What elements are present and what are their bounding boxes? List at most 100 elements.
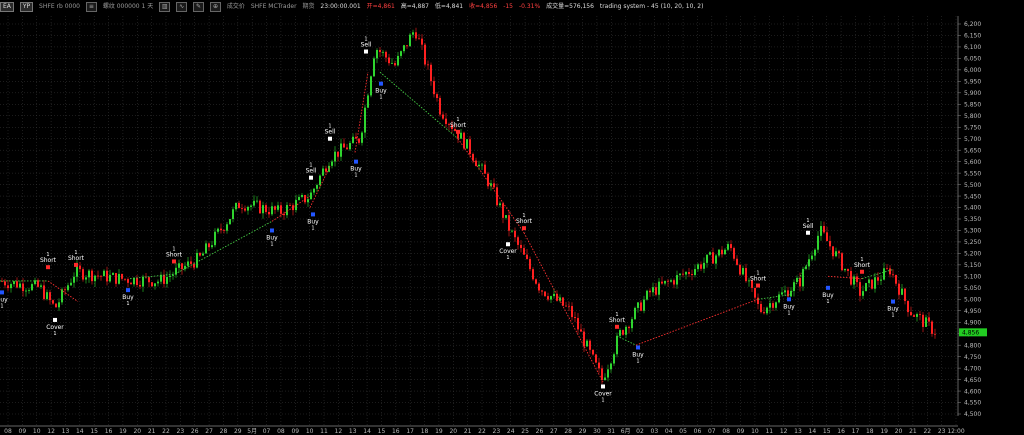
date-axis-label: 31 xyxy=(607,428,615,435)
candle-body xyxy=(52,300,54,304)
signal-label: Buy xyxy=(266,234,278,241)
candle-body xyxy=(532,269,534,280)
candle-body xyxy=(718,249,720,256)
candle-body xyxy=(517,237,519,245)
candle-body xyxy=(565,305,567,307)
signal-qty: 1 xyxy=(456,117,459,123)
price-axis-label: 5,500 xyxy=(964,182,981,189)
candle-body xyxy=(688,271,690,275)
toolbar-button-yp[interactable]: YP xyxy=(19,2,34,12)
candle-body xyxy=(184,265,186,270)
signal-marker-short xyxy=(615,324,619,329)
candle-body xyxy=(679,273,681,276)
candle-body xyxy=(178,263,180,268)
price-axis-label: 5,900 xyxy=(964,90,981,97)
candle-body xyxy=(667,280,669,282)
candle-body xyxy=(871,279,873,289)
candle-body xyxy=(841,253,843,271)
candle-body xyxy=(817,235,819,250)
signal-label: Buy xyxy=(822,292,834,299)
candle-body xyxy=(601,368,603,380)
price-axis-label: 4,800 xyxy=(964,342,981,349)
indicator-icon[interactable]: ∿ xyxy=(176,2,188,12)
drawing-icon[interactable]: ✎ xyxy=(193,2,205,12)
date-axis-label: 22 xyxy=(478,428,486,435)
price-axis-label: 6,200 xyxy=(964,21,981,28)
candle-body xyxy=(370,76,372,96)
signal-marker-buy xyxy=(126,288,130,293)
candle-body xyxy=(388,57,390,64)
signal-qty: 1 xyxy=(172,246,175,252)
date-axis-label: 16 xyxy=(105,428,113,435)
candle-body xyxy=(181,263,183,270)
candle-body xyxy=(913,315,915,317)
signal-label: Buy xyxy=(375,88,387,95)
signal-marker-buy xyxy=(891,299,895,304)
candle-body xyxy=(466,139,468,149)
zoom-icon[interactable]: ⊕ xyxy=(209,2,221,12)
candle-body xyxy=(67,285,69,291)
signal-marker-buy xyxy=(311,212,315,217)
candle-body xyxy=(154,283,156,287)
settings-icon[interactable]: ≡ xyxy=(85,2,97,12)
candle-body xyxy=(124,278,126,280)
candle-body xyxy=(103,270,105,277)
signal-qty: 1 xyxy=(311,225,314,231)
date-axis-label: 07 xyxy=(708,428,716,435)
candle-body xyxy=(526,254,528,260)
date-axis-label: 23 xyxy=(493,428,501,435)
signal-qty: 1 xyxy=(756,271,759,277)
price-axis-label: 4,650 xyxy=(964,377,981,384)
candle-body xyxy=(856,276,858,283)
candle-body xyxy=(256,200,258,202)
signal-qty: 1 xyxy=(601,397,604,403)
candle-body xyxy=(208,243,210,248)
candle-body xyxy=(247,206,249,211)
candle-body xyxy=(712,252,714,264)
signal-label: Sell xyxy=(306,168,317,175)
candle-body xyxy=(40,285,42,287)
price-axis-label: 4,600 xyxy=(964,388,981,395)
candle-body xyxy=(589,340,591,350)
candle-body xyxy=(319,175,321,186)
candle-body xyxy=(169,275,171,277)
price-chart[interactable]: 6,200 6,150 6,100 6,050 6,000 5,950 5,900 5,850… xyxy=(0,0,1024,435)
date-axis-label: 20 xyxy=(895,428,903,435)
candle-body xyxy=(106,270,108,282)
candle-body xyxy=(703,262,705,269)
candle-body xyxy=(367,95,369,108)
signal-qty: 1 xyxy=(522,213,525,219)
candle-body xyxy=(73,276,75,283)
candle-body xyxy=(772,303,774,308)
date-axis-label: 10 xyxy=(33,428,41,435)
date-axis-label: 09 xyxy=(291,428,299,435)
price-axis-label: 5,750 xyxy=(964,124,981,131)
candle-body xyxy=(511,230,513,232)
signal-label: Buy xyxy=(783,303,795,310)
signal-marker-short xyxy=(172,259,176,264)
chart-type-icon[interactable]: ▥ xyxy=(159,2,171,12)
candle-body xyxy=(427,64,429,66)
date-axis-label: 5月 xyxy=(247,428,257,435)
candle-body xyxy=(922,314,924,327)
candle-body xyxy=(397,55,399,66)
toolbar-button-ea[interactable]: EA xyxy=(0,2,14,12)
candle-body xyxy=(400,51,402,56)
candle-body xyxy=(355,136,357,139)
signal-qty: 1 xyxy=(46,252,49,258)
candle-body xyxy=(16,281,18,288)
candle-body xyxy=(409,34,411,47)
date-axis-label: 16 xyxy=(837,428,845,435)
candle-body xyxy=(505,215,507,218)
signal-label: Short xyxy=(450,122,467,129)
date-axis-label: 6月 xyxy=(621,428,631,435)
candle-body xyxy=(799,277,801,287)
candle-body xyxy=(7,285,9,289)
candle-body xyxy=(307,199,309,203)
signal-label: Sell xyxy=(325,129,336,136)
date-axis-label: 17 xyxy=(406,428,414,435)
candle-body xyxy=(19,283,21,288)
candle-body xyxy=(130,282,132,285)
candle-body xyxy=(691,274,693,275)
date-axis-label: 14 xyxy=(363,428,371,435)
